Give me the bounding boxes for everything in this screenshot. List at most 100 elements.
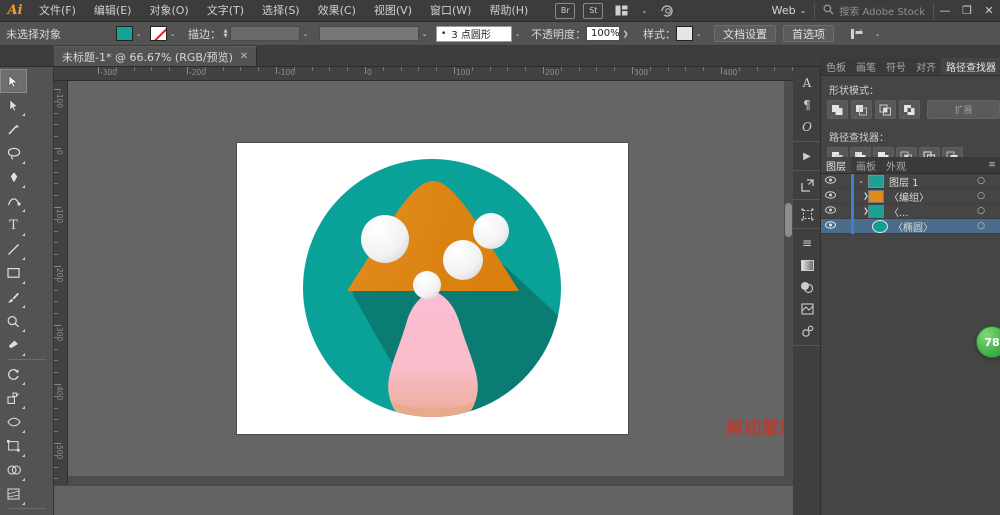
- tab-align[interactable]: 对齐: [911, 58, 941, 75]
- layer-row-sublayer[interactable]: ❯ 〈... ○: [821, 204, 1000, 219]
- layer-name[interactable]: 〈编组〉: [889, 189, 972, 204]
- tool-lasso[interactable]: [0, 141, 27, 165]
- horizontal-ruler[interactable]: -300-200-1000100200300400: [54, 67, 793, 81]
- document-tab[interactable]: 未标题-1* @ 66.67% (RGB/预览) ✕: [54, 46, 257, 66]
- canvas-vertical-scrollbar[interactable]: [784, 81, 793, 485]
- tool-perspective-grid[interactable]: [0, 482, 27, 506]
- target-indicator[interactable]: ○: [972, 191, 990, 201]
- expand-arrow-icon[interactable]: ❯: [854, 192, 868, 200]
- stroke-profile-select[interactable]: [319, 26, 419, 41]
- layer-name[interactable]: 〈...: [889, 204, 972, 219]
- vertical-ruler[interactable]: -1000100200300400500600: [54, 81, 68, 485]
- opentype-panel-icon[interactable]: O: [793, 116, 821, 138]
- menu-window[interactable]: 窗口(W): [421, 0, 480, 22]
- stroke-weight-caret-icon[interactable]: ⌄: [300, 30, 311, 38]
- tab-layers[interactable]: 图层: [821, 157, 851, 173]
- transform-panel-icon[interactable]: [793, 203, 821, 225]
- arrange-caret-icon[interactable]: ⌄: [638, 2, 650, 20]
- layers-panel-menu-icon[interactable]: ≡: [984, 157, 1000, 173]
- tab-appearance[interactable]: 外观: [881, 157, 911, 173]
- tool-width[interactable]: [0, 410, 27, 434]
- minus-front-icon[interactable]: [851, 100, 872, 119]
- tool-eraser[interactable]: [0, 333, 27, 357]
- stroke-weight-input[interactable]: [230, 26, 300, 41]
- gradient-panel-icon[interactable]: [793, 254, 821, 276]
- flat-mushroom-icon[interactable]: [237, 143, 628, 434]
- menu-view[interactable]: 视图(V): [365, 0, 421, 22]
- tool-direct-selection[interactable]: [0, 93, 27, 117]
- opacity-more-icon[interactable]: ❯: [620, 30, 631, 38]
- restore-button[interactable]: ❐: [956, 0, 978, 22]
- close-tab-icon[interactable]: ✕: [240, 51, 248, 62]
- menu-type[interactable]: 文字(T): [198, 0, 253, 22]
- stroke-weight-stepper[interactable]: ▲▼: [221, 29, 230, 39]
- expand-arrow-icon[interactable]: ⌄: [854, 177, 868, 185]
- tab-pathfinder[interactable]: 路径查找器: [941, 58, 1000, 75]
- tab-symbols[interactable]: 符号: [881, 58, 911, 75]
- canvas-area[interactable]: 剪切蒙版: [68, 81, 793, 485]
- character-panel-icon[interactable]: A: [793, 72, 821, 94]
- stroke-profile-caret-icon[interactable]: ⌄: [419, 30, 430, 38]
- tool-rectangle[interactable]: [0, 261, 27, 285]
- tab-artboards[interactable]: 画板: [851, 157, 881, 173]
- menu-edit[interactable]: 编辑(E): [85, 0, 141, 22]
- expand-arrow-icon[interactable]: ❯: [854, 207, 868, 215]
- menu-file[interactable]: 文件(F): [30, 0, 85, 22]
- document-setup-button[interactable]: 文档设置: [714, 25, 776, 42]
- menu-effect[interactable]: 效果(C): [309, 0, 365, 22]
- tool-rotate[interactable]: [0, 362, 27, 386]
- align-caret-icon[interactable]: ⌄: [872, 30, 883, 38]
- canvas-horizontal-scrollbar[interactable]: [68, 476, 793, 485]
- scrollbar-thumb[interactable]: [785, 203, 792, 237]
- arrange-documents-icon[interactable]: [610, 2, 632, 20]
- brush-definition-select[interactable]: • 3 点圆形: [436, 26, 512, 42]
- tool-pen[interactable]: [0, 165, 27, 189]
- fill-swatch[interactable]: [116, 26, 133, 41]
- visibility-toggle-icon[interactable]: [821, 176, 839, 187]
- stock-search-box[interactable]: 搜索 Adobe Stock: [814, 3, 934, 19]
- visibility-toggle-icon[interactable]: [821, 206, 839, 217]
- close-button[interactable]: ✕: [978, 0, 1000, 22]
- expand-button[interactable]: 扩展: [927, 100, 1000, 119]
- exclude-icon[interactable]: [899, 100, 920, 119]
- target-indicator[interactable]: ○: [972, 176, 990, 186]
- brush-caret-icon[interactable]: ⌄: [512, 30, 523, 38]
- tool-mesh[interactable]: [0, 511, 27, 515]
- style-swatch[interactable]: [676, 26, 693, 41]
- image-trace-panel-icon[interactable]: [793, 298, 821, 320]
- layer-row-ellipse[interactable]: 〈椭圆〉 ○: [821, 219, 1000, 234]
- tool-magic-wand[interactable]: [0, 117, 27, 141]
- search-input[interactable]: 搜索 Adobe Stock: [839, 3, 925, 18]
- target-indicator[interactable]: ○: [972, 206, 990, 216]
- actions-panel-icon[interactable]: [793, 320, 821, 342]
- sync-settings-icon[interactable]: [656, 2, 678, 20]
- intersect-icon[interactable]: [875, 100, 896, 119]
- libraries-panel-icon[interactable]: ▶: [793, 145, 821, 167]
- tool-scale[interactable]: [0, 386, 27, 410]
- tool-line-segment[interactable]: [0, 237, 27, 261]
- tool-paintbrush[interactable]: [0, 285, 27, 309]
- align-options-icon[interactable]: ↕: [847, 25, 869, 43]
- artboards-panel-icon[interactable]: [793, 174, 821, 196]
- opacity-input[interactable]: 100%: [586, 26, 620, 41]
- layer-name[interactable]: 〈椭圆〉: [893, 219, 972, 234]
- visibility-toggle-icon[interactable]: [821, 221, 839, 232]
- target-indicator[interactable]: ○: [972, 221, 990, 231]
- paragraph-panel-icon[interactable]: ¶: [793, 94, 821, 116]
- attributes-panel-icon[interactable]: ≡: [793, 232, 821, 254]
- stroke-caret-icon[interactable]: ⌄: [167, 30, 178, 38]
- tool-free-transform[interactable]: [0, 434, 27, 458]
- tool-shaper[interactable]: [0, 309, 27, 333]
- menu-help[interactable]: 帮助(H): [480, 0, 537, 22]
- tool-curvature[interactable]: [0, 189, 27, 213]
- workspace-switcher[interactable]: Web ⌄: [764, 4, 815, 17]
- style-caret-icon[interactable]: ⌄: [693, 30, 704, 38]
- tab-swatches[interactable]: 色板: [821, 58, 851, 75]
- bridge-icon[interactable]: Br: [555, 3, 575, 19]
- minimize-button[interactable]: —: [934, 0, 956, 22]
- visibility-toggle-icon[interactable]: [821, 191, 839, 202]
- tab-brushes[interactable]: 画笔: [851, 58, 881, 75]
- unite-icon[interactable]: [827, 100, 848, 119]
- tool-shape-builder[interactable]: [0, 458, 27, 482]
- tool-type[interactable]: T: [0, 213, 27, 237]
